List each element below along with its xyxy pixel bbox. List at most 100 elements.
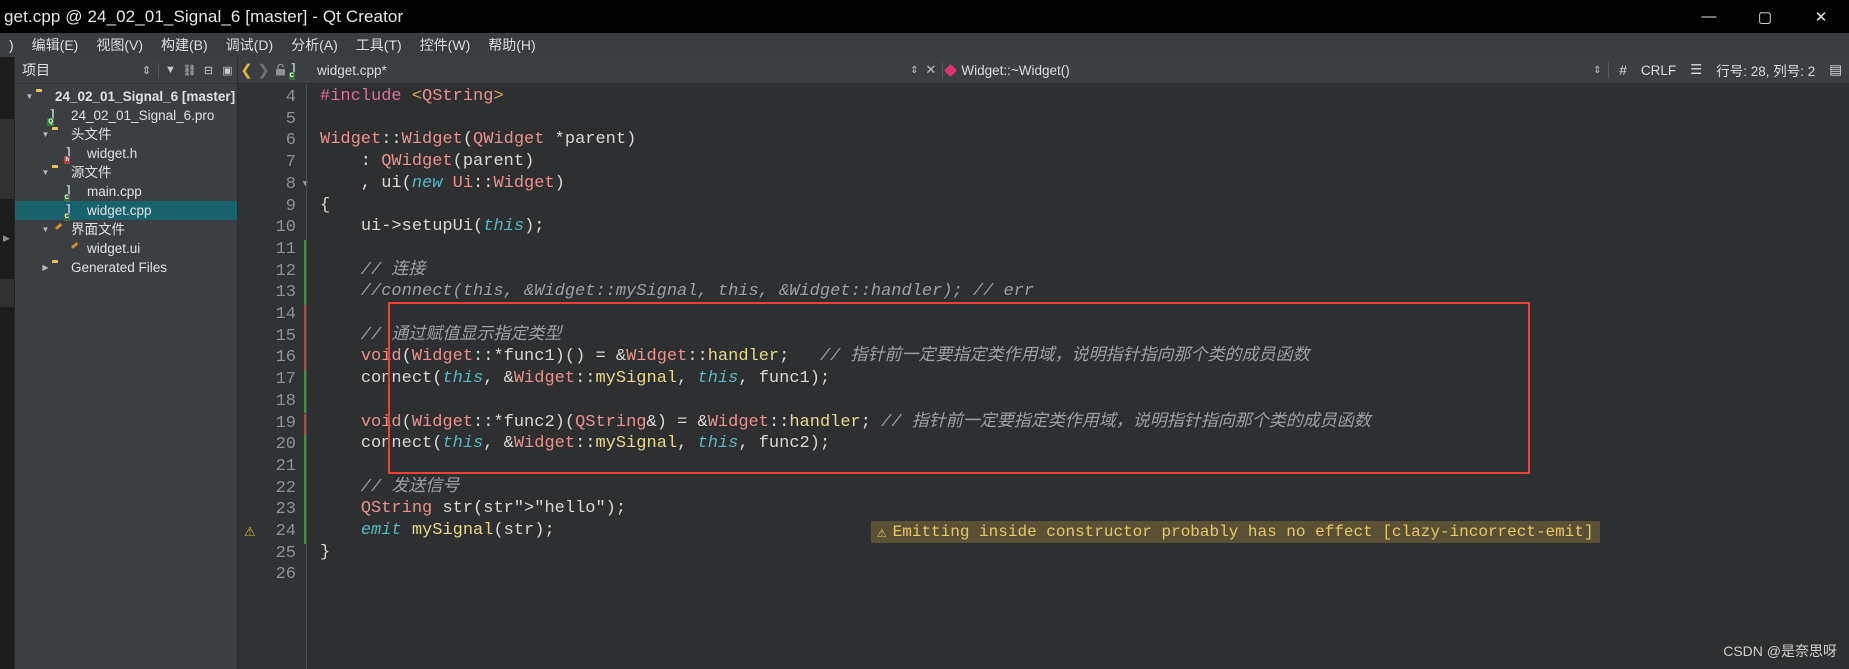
symbol-dropdown-icon[interactable]: ⇕ bbox=[1589, 65, 1605, 75]
menu-item-0[interactable]: ) bbox=[0, 33, 23, 57]
line-number: 21 bbox=[275, 456, 296, 476]
menu-item-6[interactable]: 工具(T) bbox=[347, 33, 411, 57]
menu-item-3[interactable]: 构建(B) bbox=[152, 33, 217, 57]
symbol-diamond-icon bbox=[944, 63, 958, 77]
tree-item-8[interactable]: widget.ui bbox=[15, 239, 237, 258]
toolbar-divider-2 bbox=[1608, 62, 1610, 78]
lock-icon[interactable] bbox=[272, 64, 289, 76]
link-icon[interactable]: ⛓ bbox=[180, 59, 199, 81]
source-code-text[interactable]: #include <QString> Widget::Widget(QWidge… bbox=[320, 86, 1371, 563]
symbol-label: Widget::~Widget() bbox=[961, 62, 1070, 78]
tree-item-1[interactable]: Q 24_02_01_Signal_6.pro bbox=[15, 106, 237, 126]
tree-item-label: 24_02_01_Signal_6.pro bbox=[71, 108, 215, 123]
menu-item-8[interactable]: 帮助(H) bbox=[479, 33, 544, 57]
menu-item-7[interactable]: 控件(W) bbox=[411, 33, 480, 57]
tree-item-label: Generated Files bbox=[71, 260, 168, 275]
project-sidebar: 项目 ⇕ ▼ ⛓ ⊟ ▣ ▼ 24_02_01_Signal_6 [master]… bbox=[15, 57, 238, 669]
tree-item-label: 界面文件 bbox=[71, 222, 125, 237]
line-number: 18 bbox=[275, 391, 296, 411]
cursor-position-label[interactable]: 行号: 28, 列号: 2 bbox=[1709, 60, 1822, 80]
menu-item-2[interactable]: 视图(V) bbox=[87, 33, 152, 57]
close-document-icon[interactable]: ✕ bbox=[922, 62, 939, 78]
line-number: 6 bbox=[285, 131, 296, 151]
panel-expand-icon[interactable]: ▶ bbox=[3, 233, 10, 244]
close-button[interactable]: ✕ bbox=[1793, 0, 1849, 33]
qt-project-icon bbox=[36, 90, 51, 104]
maximize-button[interactable]: ▢ bbox=[1737, 0, 1793, 33]
code-editor-pane: ❮ ❯ C widget.cpp* ⇕ ✕ Widget::~Widget() bbox=[238, 57, 1849, 669]
sort-toggle-icon[interactable]: ⇕ bbox=[137, 59, 156, 81]
tree-item-label: 头文件 bbox=[71, 127, 112, 142]
tree-item-label: 源文件 bbox=[71, 165, 112, 180]
line-number: 9 bbox=[285, 196, 296, 216]
menu-item-4[interactable]: 调试(D) bbox=[217, 33, 282, 57]
indent-settings-icon[interactable]: ☰ bbox=[1683, 62, 1709, 78]
menu-item-1[interactable]: 编辑(E) bbox=[23, 33, 88, 57]
line-number-toggle-icon[interactable]: # bbox=[1612, 63, 1634, 78]
tree-twisty-icon[interactable]: ▼ bbox=[39, 168, 52, 177]
tree-item-2[interactable]: ▼ 头文件 bbox=[15, 125, 237, 144]
close-panel-icon[interactable]: ▣ bbox=[218, 59, 237, 81]
line-number: 25 bbox=[275, 543, 296, 563]
sidebar-header: 项目 ⇕ ▼ ⛓ ⊟ ▣ bbox=[15, 57, 237, 84]
header-file-icon: h bbox=[64, 146, 83, 164]
tree-item-6[interactable]: Cwidget.cpp bbox=[15, 201, 237, 221]
navigate-forward-icon[interactable]: ❯ bbox=[255, 61, 272, 79]
tree-twisty-icon[interactable]: ▼ bbox=[39, 225, 52, 234]
mode-marker-top bbox=[0, 57, 14, 119]
tree-item-9[interactable]: ▶ Generated Files bbox=[15, 258, 237, 277]
main-body: ▶ 项目 ⇕ ▼ ⛓ ⊟ ▣ ▼ 24_02_01_Signal_6 [maste… bbox=[0, 57, 1849, 669]
line-number: 23 bbox=[275, 500, 296, 520]
folder-generated-icon bbox=[52, 261, 67, 275]
open-document-tab[interactable]: C widget.cpp* bbox=[288, 63, 387, 80]
line-number: 17 bbox=[275, 370, 296, 390]
line-number-gutter[interactable]: 45678▼9101112131415161718192021222324⚠25… bbox=[238, 84, 308, 669]
tree-twisty-icon[interactable]: ▶ bbox=[39, 263, 52, 272]
lock-glyph bbox=[276, 64, 285, 76]
document-dropdown-icon[interactable]: ⇕ bbox=[906, 65, 922, 75]
filter-icon[interactable]: ▼ bbox=[161, 59, 180, 81]
symbol-selector[interactable]: Widget::~Widget() bbox=[944, 62, 1070, 78]
project-tree[interactable]: ▼ 24_02_01_Signal_6 [master] Q 24_02_01_Sig… bbox=[15, 84, 237, 669]
split-editor-icon[interactable]: ▤ bbox=[1822, 62, 1849, 78]
tree-item-label: main.cpp bbox=[87, 184, 142, 199]
minimize-button[interactable]: — bbox=[1681, 0, 1737, 33]
warning-text: Emitting inside constructor probably has… bbox=[892, 522, 1594, 541]
line-number: 5 bbox=[285, 109, 296, 129]
tree-item-label: widget.ui bbox=[87, 241, 141, 256]
watermark-label: CSDN @是奈思呀 bbox=[1723, 643, 1837, 659]
folder-sources-icon bbox=[52, 166, 67, 180]
sidebar-title: 项目 bbox=[22, 62, 50, 78]
expand-all-icon[interactable]: ⊟ bbox=[199, 59, 218, 81]
cpp-file-icon: C bbox=[63, 203, 83, 221]
tree-item-7[interactable]: ▼ 界面文件 bbox=[15, 220, 237, 239]
tree-item-label: 24_02_01_Signal_6 [master] bbox=[55, 89, 236, 104]
line-number: 19 bbox=[275, 413, 296, 433]
tree-twisty-icon[interactable]: ▼ bbox=[23, 92, 36, 101]
tree-item-5[interactable]: Cmain.cpp bbox=[15, 182, 237, 202]
cpp-file-icon: C bbox=[288, 63, 308, 80]
warning-marker-icon[interactable]: ⚠ bbox=[244, 524, 256, 540]
tree-item-4[interactable]: ▼ 源文件 bbox=[15, 163, 237, 182]
line-number: 22 bbox=[275, 478, 296, 498]
line-number: 7 bbox=[285, 153, 296, 173]
navigate-back-icon[interactable]: ❮ bbox=[238, 61, 255, 79]
line-number: 8 bbox=[285, 174, 296, 194]
folder-forms-icon bbox=[52, 223, 67, 237]
line-number: 12 bbox=[275, 261, 296, 281]
tree-twisty-icon[interactable]: ▼ bbox=[39, 130, 52, 139]
tree-item-3[interactable]: h widget.h bbox=[15, 144, 237, 164]
line-ending-selector[interactable]: CRLF bbox=[1634, 63, 1683, 78]
menu-bar: ) 编辑(E) 视图(V) 构建(B) 调试(D) 分析(A) 工具(T) 控件(W) 帮助(H… bbox=[0, 33, 1849, 57]
menu-item-5[interactable]: 分析(A) bbox=[282, 33, 347, 57]
code-text-column[interactable]: #include <QString> Widget::Widget(QWidge… bbox=[306, 84, 1849, 669]
editor-toolbar: ❮ ❯ C widget.cpp* ⇕ ✕ Widget::~Widget() bbox=[238, 57, 1849, 84]
line-number: 16 bbox=[275, 348, 296, 368]
mode-selector-bar[interactable]: ▶ bbox=[0, 57, 15, 669]
line-number: 15 bbox=[275, 326, 296, 346]
line-number: 24 bbox=[275, 522, 296, 541]
tree-item-0[interactable]: ▼ 24_02_01_Signal_6 [master] bbox=[15, 87, 237, 106]
warning-icon: ⚠ bbox=[877, 523, 887, 542]
tree-item-label: widget.cpp bbox=[87, 203, 152, 218]
code-area[interactable]: 45678▼9101112131415161718192021222324⚠25… bbox=[238, 84, 1849, 669]
